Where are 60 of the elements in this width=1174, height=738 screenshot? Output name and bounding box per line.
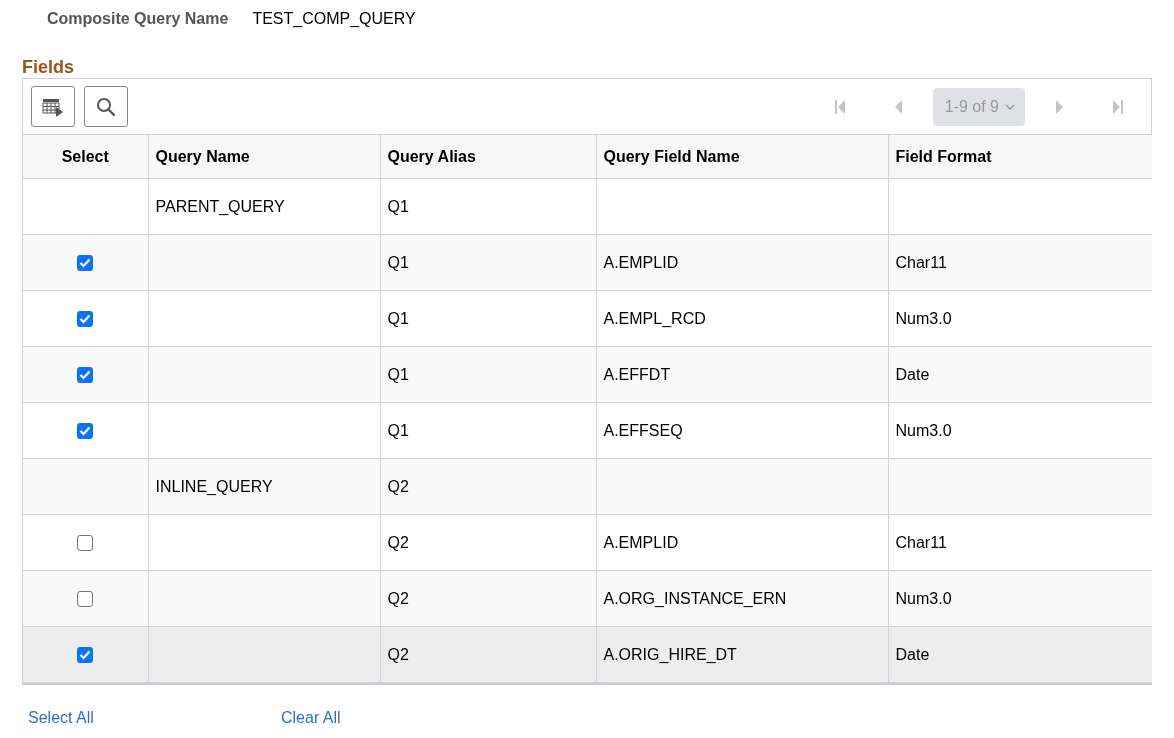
field-format-text: Num3.0 — [895, 309, 952, 327]
table-row[interactable]: Q1 A.EMPLID Char11 — [23, 234, 1152, 291]
field-name-text: A.EFFSEQ — [603, 421, 683, 439]
field-label: Composite Query Name — [47, 10, 229, 28]
first-page-icon — [833, 98, 846, 115]
query-alias-text: Q1 — [387, 365, 409, 383]
personalize-grid-button[interactable] — [31, 86, 75, 127]
table-row[interactable]: PARENT_QUERY Q1 — [23, 178, 1152, 235]
section-title: Fields — [22, 56, 75, 78]
table-row[interactable]: Q2 A.ORG_INSTANCE_ERN Num3.0 — [23, 570, 1152, 627]
column-header: Select — [23, 135, 148, 179]
next-icon — [1054, 98, 1064, 115]
field-format-text: Char11 — [895, 533, 947, 551]
field-name-text: A.EMPL_RCD — [603, 309, 706, 327]
table-row[interactable]: Q2 A.EMPLID Char11 — [23, 514, 1152, 571]
select-checkbox[interactable] — [77, 311, 94, 328]
chevron-down-icon — [1005, 103, 1015, 110]
query-alias-text: Q1 — [387, 253, 409, 271]
query-alias-text: Q2 — [387, 533, 409, 551]
select-checkbox[interactable] — [77, 647, 94, 664]
query-alias-text: Q1 — [387, 421, 409, 439]
query-alias-text: Q1 — [387, 197, 409, 215]
table-row[interactable]: Q1 A.EMPL_RCD Num3.0 — [23, 290, 1152, 347]
previous-icon — [894, 98, 904, 115]
table-row[interactable]: Q1 A.EFFDT Date — [23, 346, 1152, 403]
field-name-text: A.ORIG_HIRE_DT — [603, 645, 737, 663]
query-name-text: INLINE_QUERY — [155, 477, 273, 495]
field-name-text: A.ORG_INSTANCE_ERN — [603, 589, 787, 607]
table-row[interactable]: Q1 A.EFFSEQ Num3.0 — [23, 402, 1152, 459]
select-checkbox[interactable] — [77, 255, 94, 272]
column-header: Query Alias — [380, 135, 596, 179]
table-arrow-icon — [42, 96, 64, 117]
search-button[interactable] — [84, 86, 128, 127]
field-value: TEST_COMP_QUERY — [252, 10, 416, 28]
action-link[interactable]: Select All — [28, 709, 281, 727]
select-checkbox[interactable] — [77, 535, 94, 552]
column-header: Query Field Name — [596, 135, 888, 179]
field-name-text: A.EFFDT — [603, 365, 671, 383]
field-name-text: A.EMPLID — [603, 533, 679, 551]
field-format-text: Date — [895, 645, 930, 663]
select-checkbox[interactable] — [77, 591, 94, 608]
query-name-text: PARENT_QUERY — [155, 197, 285, 215]
field-name-text: A.EMPLID — [603, 253, 679, 271]
query-alias-text: Q2 — [387, 645, 409, 663]
query-alias-text: Q2 — [387, 477, 409, 495]
select-checkbox[interactable] — [77, 367, 94, 384]
query-alias-text: Q1 — [387, 309, 409, 327]
action-link[interactable]: Clear All — [281, 709, 534, 727]
field-format-text: Num3.0 — [895, 589, 952, 607]
table-row[interactable]: Q2 A.ORIG_HIRE_DT Date — [23, 626, 1152, 683]
select-checkbox[interactable] — [77, 423, 94, 440]
field-format-text: Char11 — [895, 253, 947, 271]
search-icon — [96, 96, 116, 117]
query-alias-text: Q2 — [387, 589, 409, 607]
column-header: Field Format — [888, 135, 1152, 179]
last-page-icon — [1112, 98, 1124, 115]
table-row[interactable]: INLINE_QUERY Q2 — [23, 458, 1152, 515]
column-header: Query Name — [148, 135, 380, 179]
field-format-text: Num3.0 — [895, 421, 952, 439]
field-format-text: Date — [895, 365, 930, 383]
